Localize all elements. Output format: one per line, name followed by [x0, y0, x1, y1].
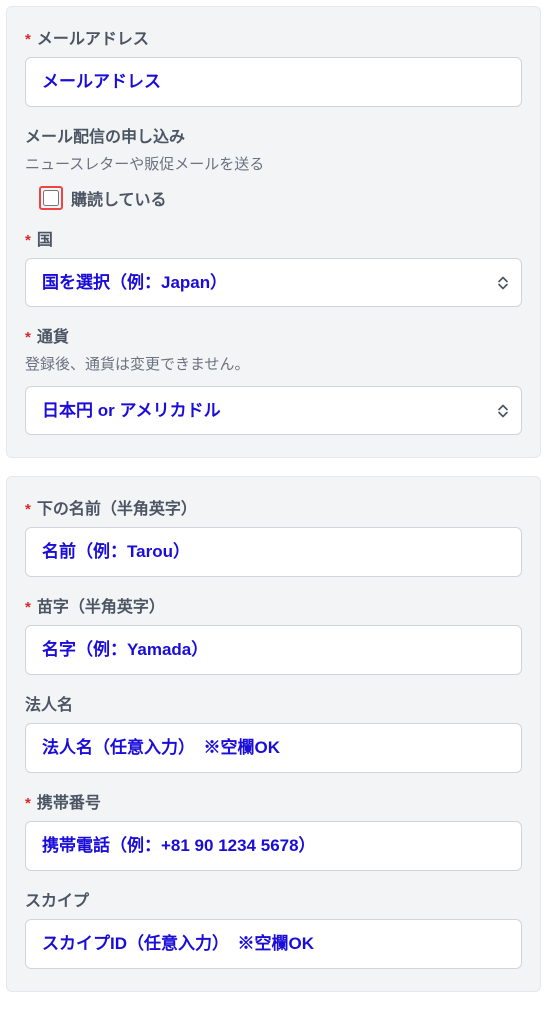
currency-field-group: * 通貨 登録後、通貨は変更できません。 日本円 or アメリカドル [25, 323, 522, 435]
company-label: 法人名 [25, 691, 73, 715]
skype-label: スカイプ [25, 887, 89, 911]
last-name-input[interactable] [25, 625, 522, 675]
phone-label: 携帯番号 [37, 789, 101, 813]
personal-panel: * 下の名前（半角英字） * 苗字（半角英字） 法人名 * 携帯番号 スカイプ [6, 476, 541, 992]
email-label: メールアドレス [37, 25, 149, 49]
last-name-label: 苗字（半角英字） [37, 593, 165, 617]
checkbox-highlight-frame [39, 186, 63, 210]
email-field-group: * メールアドレス [25, 25, 522, 107]
phone-input[interactable] [25, 821, 522, 871]
company-field-group: 法人名 [25, 691, 522, 773]
currency-label: 通貨 [37, 323, 69, 347]
newsletter-field-group: メール配信の申し込み ニュースレターや販促メールを送る 購読している [25, 123, 522, 210]
newsletter-checkbox-label: 購読している [71, 186, 167, 210]
newsletter-helper: ニュースレターや販促メールを送る [25, 153, 522, 174]
first-name-label: 下の名前（半角英字） [37, 495, 197, 519]
first-name-input[interactable] [25, 527, 522, 577]
last-name-field-group: * 苗字（半角英字） [25, 593, 522, 675]
newsletter-checkbox[interactable] [43, 190, 59, 206]
currency-helper: 登録後、通貨は変更できません。 [25, 353, 522, 374]
skype-field-group: スカイプ [25, 887, 522, 969]
company-input[interactable] [25, 723, 522, 773]
country-select[interactable]: 国を選択（例：Japan） [25, 258, 522, 307]
required-mark: * [25, 501, 31, 518]
newsletter-label: メール配信の申し込み [25, 123, 185, 147]
country-field-group: * 国 国を選択（例：Japan） [25, 226, 522, 307]
required-mark: * [25, 329, 31, 346]
first-name-field-group: * 下の名前（半角英字） [25, 495, 522, 577]
required-mark: * [25, 795, 31, 812]
required-mark: * [25, 599, 31, 616]
required-mark: * [25, 232, 31, 249]
country-label: 国 [37, 226, 53, 250]
currency-select[interactable]: 日本円 or アメリカドル [25, 386, 522, 435]
required-mark: * [25, 31, 31, 48]
phone-field-group: * 携帯番号 [25, 789, 522, 871]
skype-input[interactable] [25, 919, 522, 969]
account-panel: * メールアドレス メール配信の申し込み ニュースレターや販促メールを送る 購読… [6, 6, 541, 458]
email-input[interactable] [25, 57, 522, 107]
